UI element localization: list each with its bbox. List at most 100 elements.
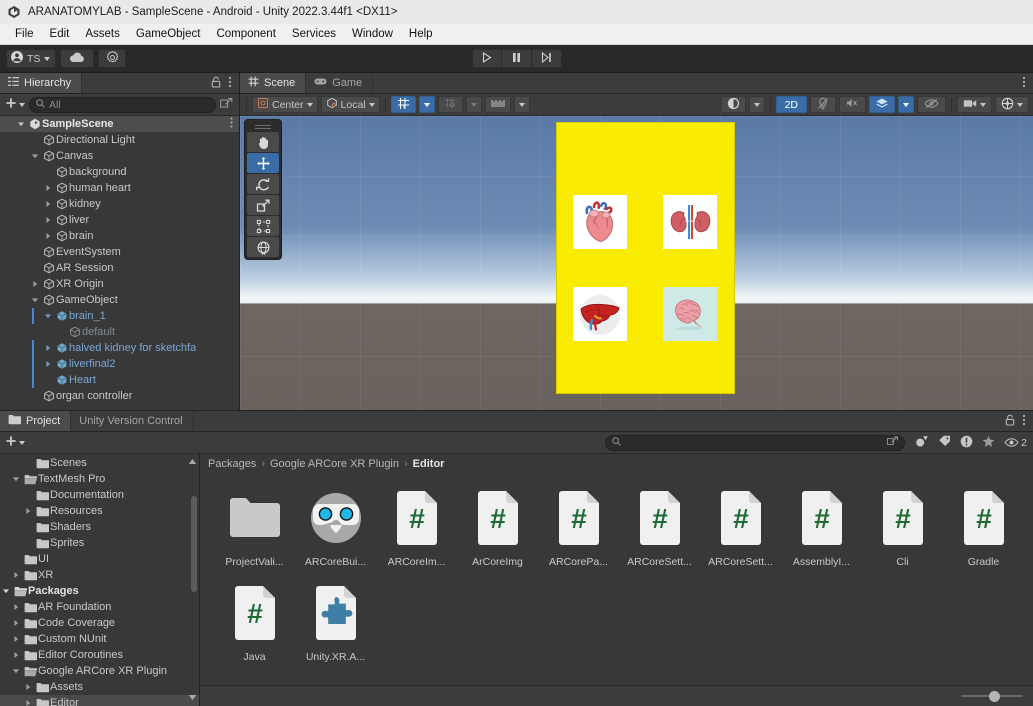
- ui-canvas-root[interactable]: [556, 122, 735, 394]
- breadcrumb-item-packages[interactable]: Packages: [208, 458, 256, 470]
- rect-transform-tool-icon[interactable]: [247, 216, 279, 236]
- tree-item-google-arcore-xr-plugin[interactable]: Google ARCore XR Plugin: [0, 663, 199, 679]
- hierarchy-item-gameobject[interactable]: GameObject: [0, 292, 239, 308]
- tree-item-ui[interactable]: UI: [0, 551, 199, 567]
- chevron-right-icon[interactable]: [41, 232, 54, 240]
- lock-icon[interactable]: [211, 76, 221, 91]
- chevron-right-icon[interactable]: [10, 603, 22, 611]
- chevron-down-icon[interactable]: [41, 312, 54, 320]
- slider-knob[interactable]: [988, 690, 1000, 702]
- hierarchy-item-ar-session[interactable]: AR Session: [0, 260, 239, 276]
- chevron-right-icon[interactable]: [22, 699, 34, 706]
- tree-item-ar-foundation[interactable]: AR Foundation: [0, 599, 199, 615]
- rotate-tool-icon[interactable]: [247, 174, 279, 194]
- kebab-menu-icon[interactable]: [1022, 76, 1026, 91]
- tree-item-packages[interactable]: Packages: [0, 583, 199, 599]
- chevron-down-icon[interactable]: [0, 587, 12, 595]
- scene-camera-toggle[interactable]: [957, 96, 992, 113]
- shading-mode-toggle[interactable]: [720, 96, 746, 113]
- chevron-right-icon[interactable]: [10, 619, 22, 627]
- settings-button[interactable]: [98, 49, 127, 68]
- tree-item-resources[interactable]: Resources: [0, 503, 199, 519]
- menu-item-gameobject[interactable]: GameObject: [128, 26, 209, 42]
- asset-item-assemblyinfo[interactable]: # AssemblyI...: [781, 484, 862, 579]
- hierarchy-item-canvas[interactable]: Canvas: [0, 148, 239, 164]
- expand-window-icon[interactable]: [220, 97, 233, 113]
- menu-item-help[interactable]: Help: [401, 26, 441, 42]
- project-folder-tree[interactable]: Scenes TextMesh Pro Documentation Resour…: [0, 454, 200, 706]
- tree-item-editor[interactable]: Editor: [0, 695, 199, 706]
- hierarchy-item-brain[interactable]: brain: [0, 228, 239, 244]
- tree-item-editor-coroutines[interactable]: Editor Coroutines: [0, 647, 199, 663]
- tree-item-code-coverage[interactable]: Code Coverage: [0, 615, 199, 631]
- handle-rotation-dropdown[interactable]: Local: [320, 96, 380, 113]
- hierarchy-item-eventsystem[interactable]: EventSystem: [0, 244, 239, 260]
- menu-item-edit[interactable]: Edit: [42, 26, 78, 42]
- effects-dropdown[interactable]: [898, 96, 914, 113]
- asset-item-arcorebuildhelper[interactable]: ARCoreBui...: [295, 484, 376, 579]
- create-asset-button[interactable]: [5, 435, 25, 450]
- chevron-right-icon[interactable]: [10, 651, 22, 659]
- asset-item-arcorepackage[interactable]: # ARCorePa...: [538, 484, 619, 579]
- chevron-right-icon[interactable]: [10, 635, 22, 643]
- tree-scroll-down-icon[interactable]: [188, 693, 197, 702]
- hierarchy-item-halved-kidney[interactable]: halved kidney for sketchfa: [0, 340, 239, 356]
- tree-scroll-up-icon[interactable]: [188, 457, 197, 466]
- asset-item-cli[interactable]: # Cli: [862, 484, 943, 579]
- effects-toggle[interactable]: [869, 96, 895, 113]
- favorite-star-icon[interactable]: [982, 435, 995, 451]
- chevron-right-icon[interactable]: [41, 344, 54, 352]
- grid-zoom-slider[interactable]: [961, 689, 1023, 703]
- tree-item-xr[interactable]: XR: [0, 567, 199, 583]
- chevron-down-icon[interactable]: [28, 152, 41, 160]
- pivot-mode-dropdown[interactable]: Center: [252, 96, 318, 113]
- hierarchy-item-default[interactable]: default: [0, 324, 239, 340]
- lighting-toggle[interactable]: [810, 96, 836, 113]
- warning-filter-icon[interactable]: [960, 435, 973, 451]
- grid-size-toggle[interactable]: [484, 96, 511, 113]
- chevron-right-icon[interactable]: [41, 184, 54, 192]
- transform-tool-icon[interactable]: [247, 237, 279, 257]
- tab-scene[interactable]: Scene: [240, 73, 307, 93]
- hand-tool-icon[interactable]: [247, 132, 279, 152]
- asset-item-projectvalidation[interactable]: ProjectVali...: [214, 484, 295, 579]
- asset-item-arcoresettingsprovider[interactable]: # ARCoreSett...: [700, 484, 781, 579]
- asset-item-java[interactable]: # Java: [214, 579, 295, 674]
- tab-game[interactable]: Game: [306, 73, 374, 93]
- overlay-drag-handle[interactable]: [247, 122, 279, 131]
- chevron-right-icon[interactable]: [22, 507, 34, 515]
- account-button[interactable]: TS: [6, 49, 57, 68]
- project-search-input[interactable]: [605, 434, 906, 451]
- heart-image[interactable]: [573, 195, 627, 249]
- menu-item-assets[interactable]: Assets: [77, 26, 128, 42]
- hierarchy-tree[interactable]: SampleScene Directional Light Canvas bac…: [0, 116, 239, 410]
- shading-mode-dropdown[interactable]: [748, 96, 765, 113]
- menu-item-file[interactable]: File: [7, 26, 42, 42]
- asset-item-arcoresettings[interactable]: # ARCoreSett...: [619, 484, 700, 579]
- kebab-menu-icon[interactable]: [228, 76, 232, 91]
- menu-item-services[interactable]: Services: [284, 26, 344, 42]
- tree-item-shaders[interactable]: Shaders: [0, 519, 199, 535]
- menu-item-window[interactable]: Window: [344, 26, 401, 42]
- snap-increment-dropdown[interactable]: [465, 96, 482, 113]
- chevron-right-icon[interactable]: [28, 280, 41, 288]
- asset-grid[interactable]: ProjectVali... ARCoreBui... # ARCoreIm..…: [200, 474, 1033, 685]
- tab-unity-version-control[interactable]: Unity Version Control: [71, 411, 194, 431]
- tree-scrollbar[interactable]: [190, 468, 198, 663]
- visibility-eye-icon[interactable]: 2: [1004, 437, 1027, 449]
- asset-item-gradle[interactable]: # Gradle: [943, 484, 1024, 579]
- brain-image[interactable]: [663, 287, 717, 341]
- tree-scrollbar-thumb[interactable]: [191, 496, 197, 592]
- tree-item-sprites[interactable]: Sprites: [0, 535, 199, 551]
- tab-project[interactable]: Project: [0, 411, 72, 431]
- tree-item-documentation[interactable]: Documentation: [0, 487, 199, 503]
- scene-viewport[interactable]: [240, 116, 1033, 410]
- audio-mute-toggle[interactable]: [839, 96, 866, 113]
- hidden-objects-toggle[interactable]: [917, 96, 946, 113]
- chevron-right-icon[interactable]: [41, 200, 54, 208]
- liver-image[interactable]: [573, 287, 627, 341]
- gizmos-toggle[interactable]: [995, 96, 1029, 113]
- asset-type-filter-icon[interactable]: [915, 435, 929, 451]
- kebab-menu-icon[interactable]: [230, 117, 239, 131]
- scale-tool-icon[interactable]: [247, 195, 279, 215]
